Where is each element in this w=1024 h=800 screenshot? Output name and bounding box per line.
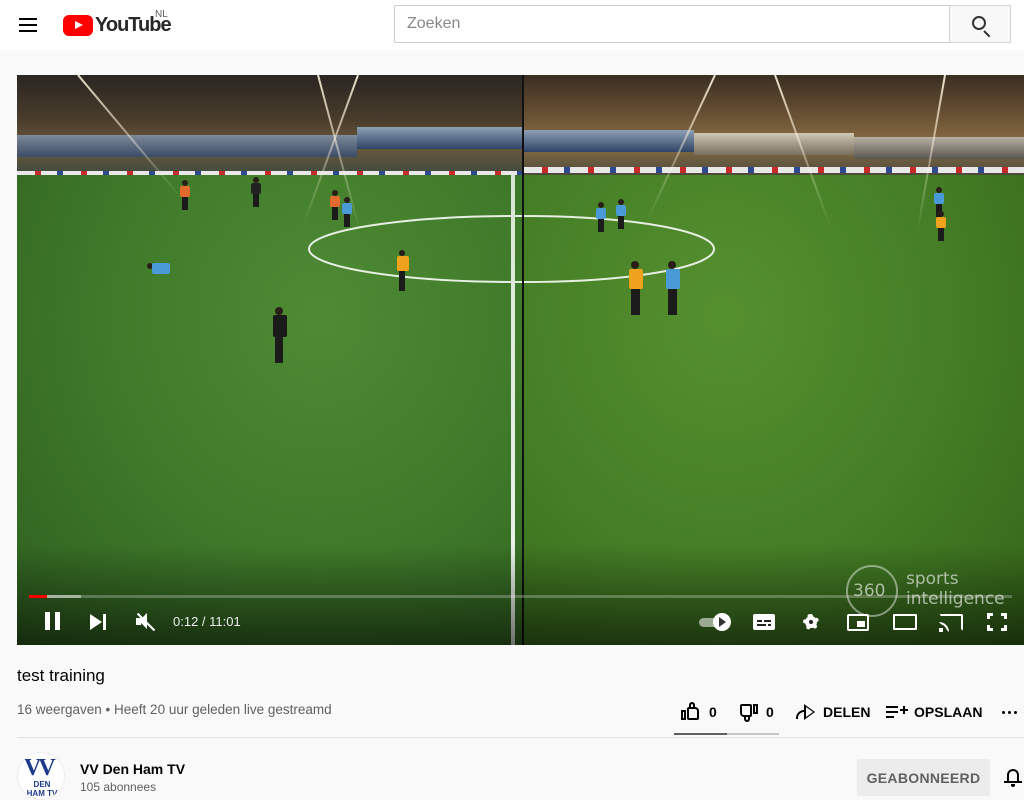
search-icon (972, 16, 986, 30)
more-icon (1002, 710, 1017, 714)
dislike-count: 0 (766, 704, 774, 720)
menu-icon[interactable] (14, 12, 42, 38)
progress-played (29, 595, 47, 598)
country-code: NL (155, 9, 168, 20)
share-label: DELEN (823, 704, 871, 720)
avatar-text: DEN HAM TV (26, 780, 58, 798)
video-player[interactable]: 360 sports intelligence 0:12 / 11:01 (17, 75, 1024, 645)
like-button[interactable]: 0 (681, 700, 717, 724)
search-input[interactable] (395, 6, 949, 42)
time-display: 0:12 / 11:01 (173, 614, 241, 629)
watermark-line1: sports (906, 569, 959, 589)
video-meta: 16 weergaven • Heeft 20 uur geleden live… (17, 702, 332, 717)
avatar-letters: VV (24, 755, 56, 781)
divider (17, 737, 1024, 738)
autoplay-toggle-icon[interactable] (699, 613, 733, 631)
save-icon (886, 705, 908, 719)
channel-name[interactable]: VV Den Ham TV (80, 761, 185, 777)
pause-icon[interactable] (44, 612, 62, 632)
save-label: OPSLAAN (914, 704, 983, 720)
watermark-line2: intelligence (906, 589, 1005, 609)
youtube-logo-icon (63, 14, 93, 36)
more-actions-button[interactable] (1002, 700, 1017, 724)
channel-avatar[interactable]: VV DEN HAM TV (17, 752, 65, 800)
subscribe-button[interactable]: GEABONNEERD (857, 759, 990, 796)
miniplayer-icon[interactable] (847, 614, 869, 631)
share-button[interactable]: DELEN (795, 700, 870, 724)
bell-icon[interactable] (1004, 767, 1022, 787)
subscriber-count: 105 abonnees (80, 780, 157, 794)
masthead: YouTube NL (0, 0, 1024, 50)
dislike-icon (738, 702, 758, 722)
dislike-button[interactable]: 0 (738, 700, 774, 724)
theater-icon[interactable] (893, 614, 917, 630)
like-count: 0 (709, 704, 717, 720)
search-box (394, 5, 950, 43)
subtitles-icon[interactable] (753, 614, 775, 630)
settings-icon[interactable] (801, 612, 821, 632)
cast-icon[interactable] (939, 614, 963, 632)
mute-icon[interactable] (134, 612, 156, 632)
watermark-number: 360 (853, 581, 886, 601)
fullscreen-icon[interactable] (987, 613, 1007, 631)
progress-bar[interactable] (29, 595, 1012, 598)
share-icon (795, 703, 815, 721)
like-icon (681, 702, 701, 722)
save-button[interactable]: OPSLAAN (886, 700, 982, 724)
video-title: test training (17, 666, 105, 685)
sentiment-bar (674, 733, 779, 735)
next-icon[interactable] (90, 613, 108, 631)
search-button[interactable] (949, 5, 1011, 43)
